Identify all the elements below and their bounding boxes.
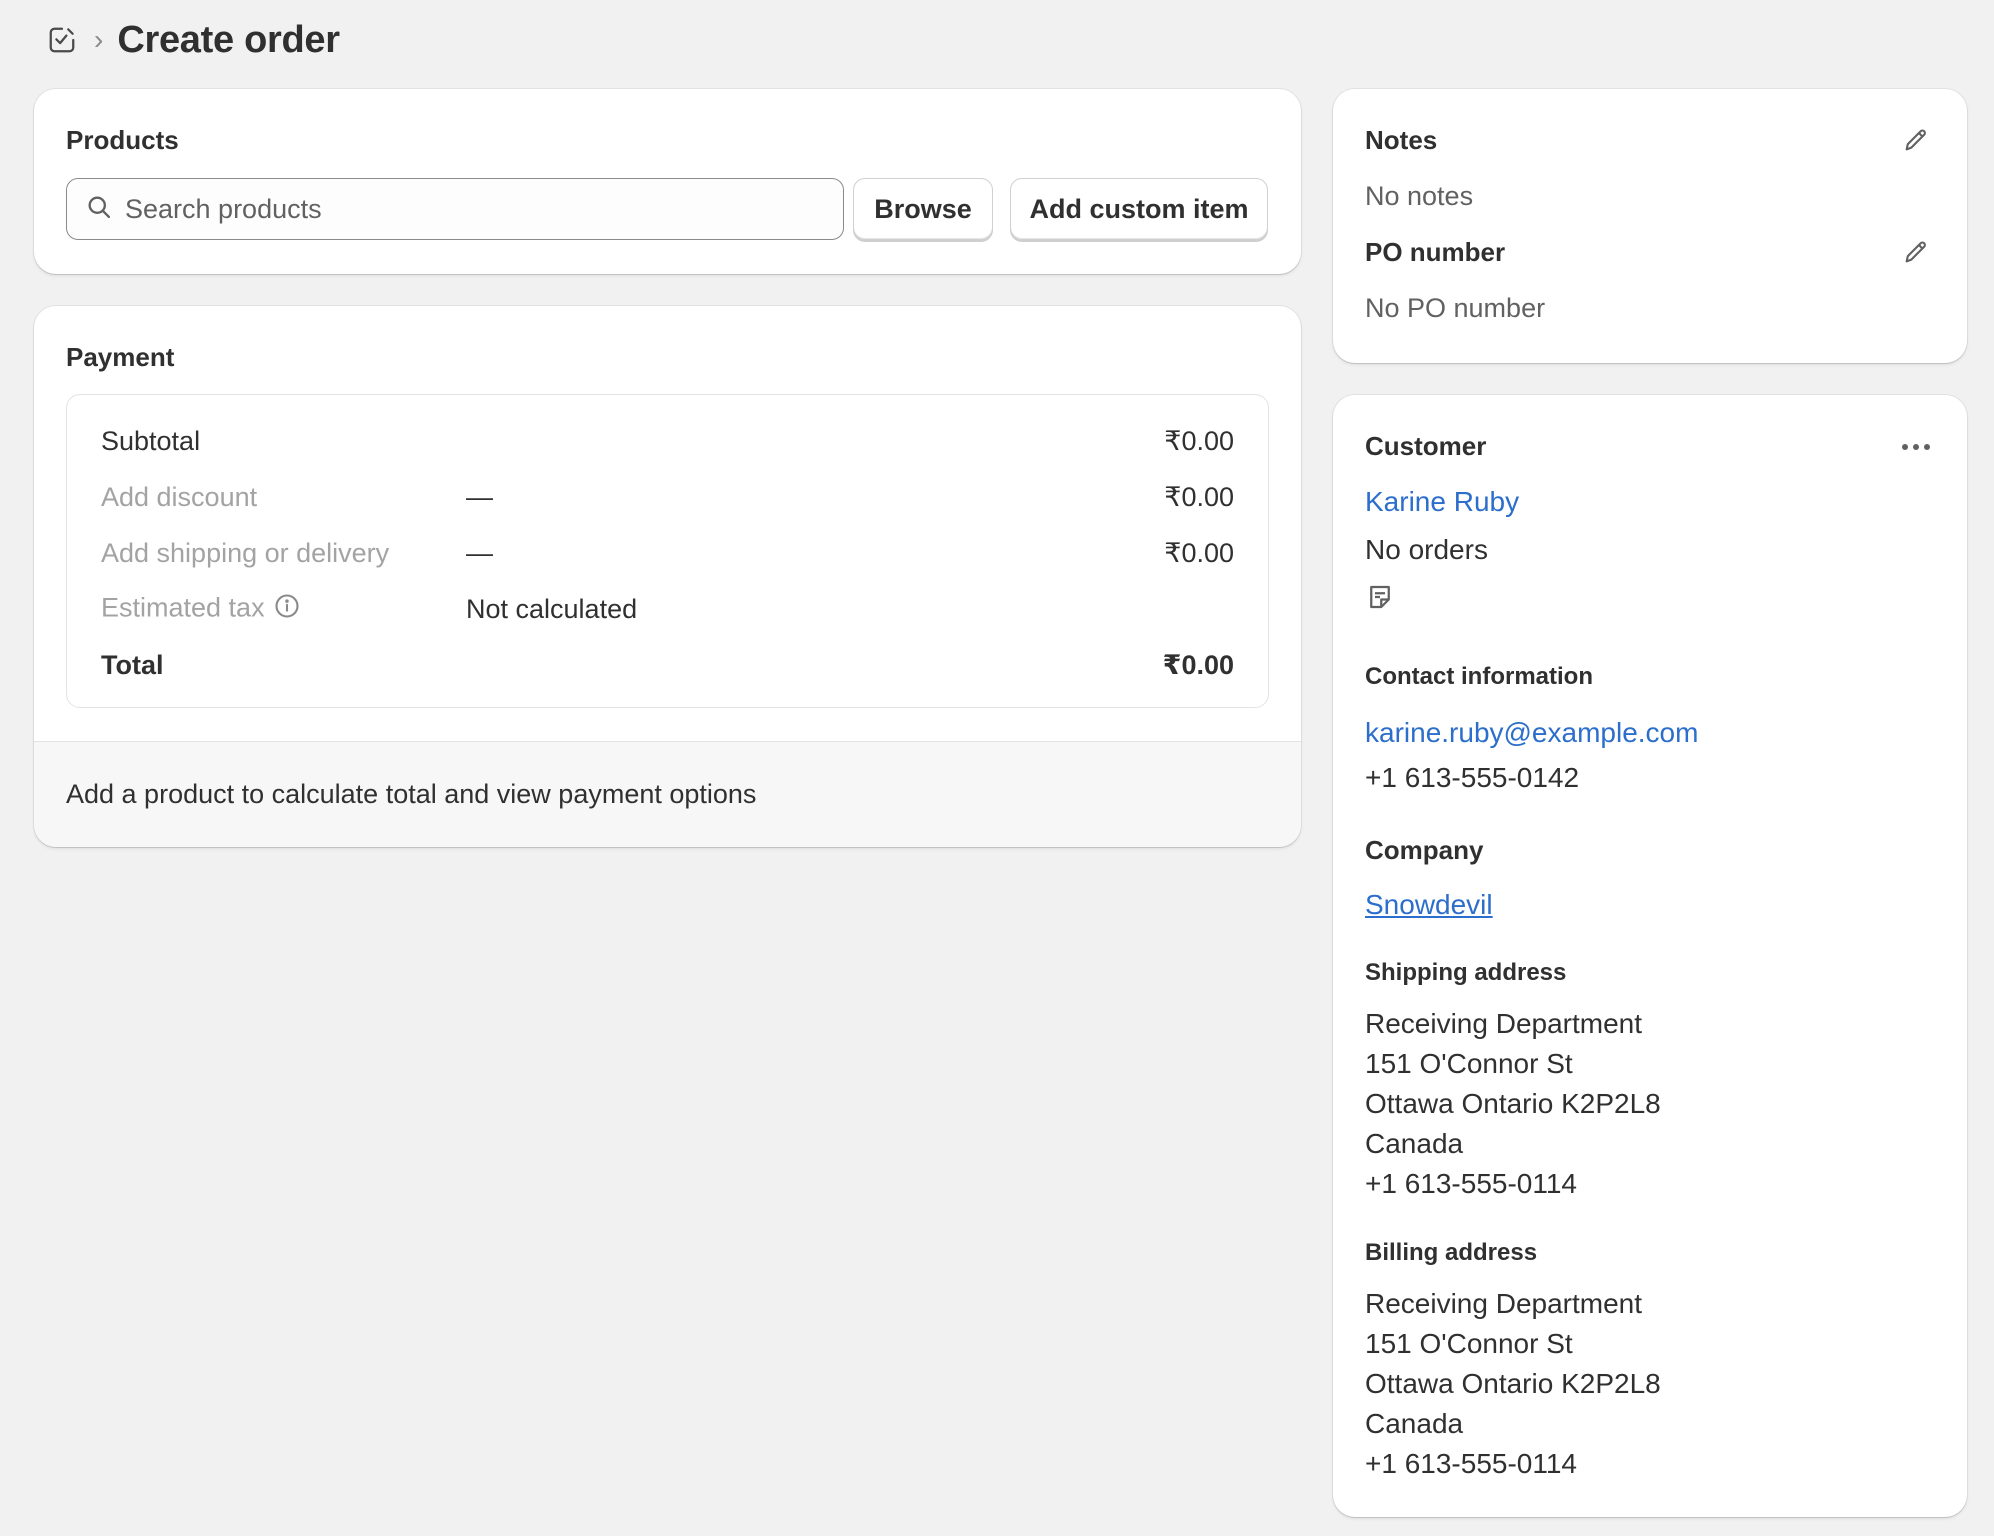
shipping-row: Add shipping or delivery — ₹0.00 [67,533,1268,573]
company-link[interactable]: Snowdevil [1365,889,1493,921]
customer-card: Customer Karine Ruby No orders Contact i… [1333,395,1967,1517]
notes-value: No notes [1365,181,1474,211]
search-input[interactable] [113,179,843,239]
info-icon[interactable] [273,592,301,627]
estimated-tax-text: Estimated tax [101,592,265,623]
shipping-address-line: 151 O'Connor St [1365,1048,1573,1079]
page-title: Create order [117,18,340,61]
payment-summary: Subtotal ₹0.00 Add discount — ₹0.00 Add … [66,394,1269,708]
payment-card: Payment Subtotal ₹0.00 Add discount — ₹0… [34,306,1301,847]
add-shipping-link[interactable]: Add shipping or delivery [101,538,389,569]
customer-orders: No orders [1365,534,1488,565]
notes-title: Notes [1365,125,1438,155]
billing-address-line: Canada [1365,1408,1464,1439]
order-edit-icon[interactable] [46,24,78,56]
total-label: Total [101,649,164,680]
shipping-address-line: Canada [1365,1128,1464,1159]
product-search-box[interactable] [66,178,844,240]
shipping-address-line: +1 613-555-0114 [1365,1168,1577,1199]
edit-po-pencil-icon[interactable] [1898,234,1934,270]
create-order-page: › Create order Products Browse Add custo… [0,0,1994,1536]
shipping-address-line: Ottawa Ontario K2P2L8 [1365,1088,1661,1119]
total-amount: ₹0.00 [1162,649,1234,680]
total-row: Total ₹0.00 [67,645,1268,685]
notes-card: Notes No notes PO number No PO number [1333,89,1967,363]
billing-address-title: Billing address [1365,1239,1538,1266]
products-title: Products [66,125,179,155]
tax-value: Not calculated [466,593,638,624]
po-number-value: No PO number [1365,293,1546,323]
customer-name-link[interactable]: Karine Ruby [1365,486,1519,518]
discount-row: Add discount — ₹0.00 [67,477,1268,517]
billing-address-line: 151 O'Connor St [1365,1328,1573,1359]
billing-address-line: Ottawa Ontario K2P2L8 [1365,1368,1661,1399]
discount-value: — [466,481,493,512]
edit-notes-pencil-icon[interactable] [1898,122,1934,158]
customer-email-link[interactable]: karine.ruby@example.com [1365,717,1698,749]
subtotal-label: Subtotal [101,425,201,456]
subtotal-amount: ₹0.00 [1164,425,1234,456]
more-horizontal-icon[interactable] [1898,429,1934,465]
billing-address: Receiving Department 151 O'Connor St Ott… [1365,1284,1661,1484]
subtotal-row: Subtotal ₹0.00 [67,421,1268,461]
products-card: Products Browse Add custom item [34,89,1301,274]
estimated-tax-label: Estimated tax [101,592,301,627]
add-discount-link[interactable]: Add discount [101,482,257,513]
tax-row: Estimated tax Not calculated [67,589,1268,629]
page-header: › Create order [46,14,340,66]
billing-address-line: Receiving Department [1365,1288,1643,1319]
browse-button[interactable]: Browse [853,178,993,240]
discount-amount: ₹0.00 [1164,481,1234,512]
add-custom-item-button[interactable]: Add custom item [1010,178,1268,240]
contact-info-title: Contact information [1365,663,1593,690]
breadcrumb-separator: › [94,24,104,55]
payment-title: Payment [66,342,175,372]
shipping-address-title: Shipping address [1365,959,1567,986]
customer-phone: +1 613-555-0142 [1365,762,1580,793]
company-title: Company [1365,835,1484,865]
shipping-value: — [466,537,493,568]
shipping-amount: ₹0.00 [1164,537,1234,568]
shipping-address: Receiving Department 151 O'Connor St Ott… [1365,1004,1661,1204]
payment-footer: Add a product to calculate total and vie… [34,741,1301,847]
billing-address-line: +1 613-555-0114 [1365,1448,1577,1479]
search-icon [85,193,113,226]
customer-title: Customer [1365,431,1487,461]
po-number-title: PO number [1365,237,1506,267]
note-icon[interactable] [1365,582,1397,614]
shipping-address-line: Receiving Department [1365,1008,1643,1039]
